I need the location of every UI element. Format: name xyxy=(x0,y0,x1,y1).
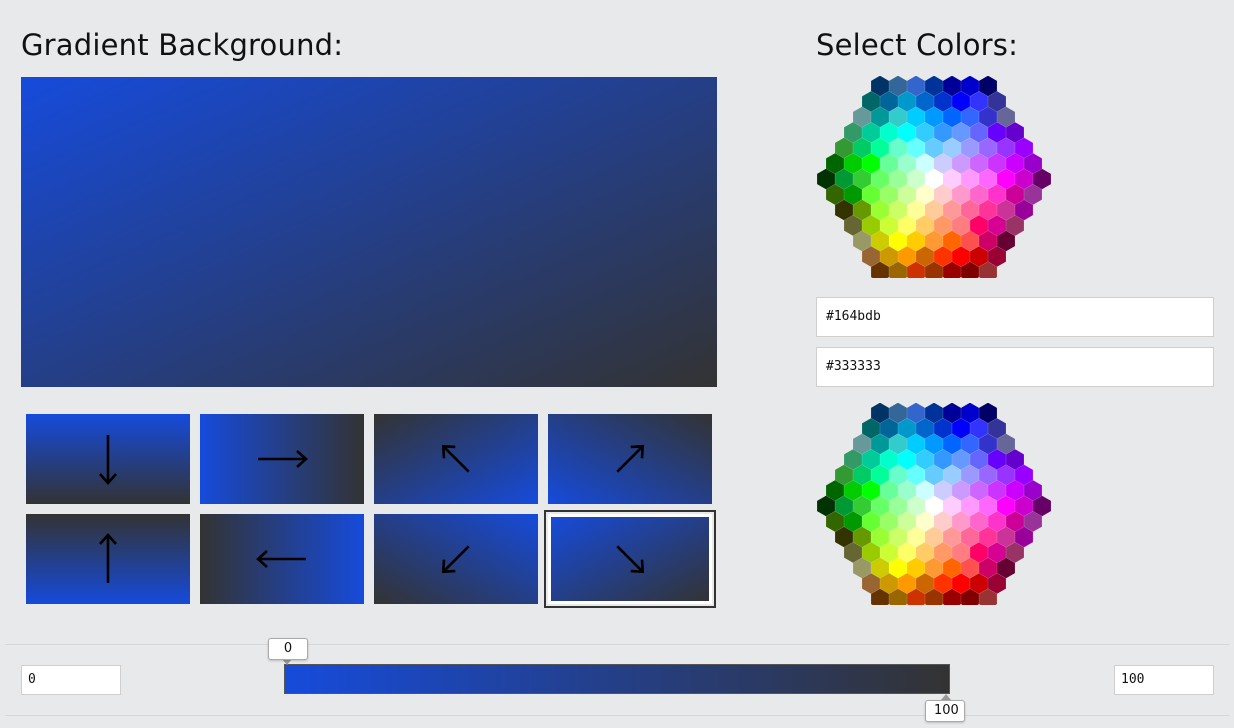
color-2-hex-input[interactable]: #333333 xyxy=(816,347,1214,387)
arrow-icon xyxy=(258,450,308,468)
start-stop-handle[interactable]: 0 xyxy=(268,638,308,660)
direction-to-bottom-left-button[interactable] xyxy=(374,514,538,604)
direction-to-top-left-button[interactable] xyxy=(374,414,538,504)
direction-to-top-button[interactable] xyxy=(26,514,190,604)
direction-to-bottom-button[interactable] xyxy=(26,414,190,504)
gradient-background-heading: Gradient Background: xyxy=(21,28,344,62)
end-stop-handle[interactable]: 100 xyxy=(925,700,965,722)
gradient-stops-slider[interactable] xyxy=(284,664,950,694)
direction-to-bottom-right-button[interactable] xyxy=(544,510,716,608)
color-1-hex-input[interactable]: #164bdb xyxy=(816,297,1214,337)
stop-start-input[interactable]: 0 xyxy=(21,665,121,695)
arrow-icon xyxy=(616,444,645,473)
arrow-icon xyxy=(441,545,470,574)
color-picker-2-hexagon[interactable] xyxy=(816,403,1052,605)
direction-to-right-button[interactable] xyxy=(200,414,364,504)
color-picker-1-hexagon[interactable] xyxy=(816,76,1052,278)
select-colors-heading: Select Colors: xyxy=(816,28,1019,62)
arrow-icon xyxy=(256,550,306,568)
stop-end-input[interactable]: 100 xyxy=(1114,665,1214,695)
direction-to-left-button[interactable] xyxy=(200,514,364,604)
divider xyxy=(5,644,1229,645)
direction-to-top-right-button[interactable] xyxy=(548,414,712,504)
gradient-preview xyxy=(21,77,717,387)
arrow-icon xyxy=(441,444,470,473)
arrow-icon xyxy=(99,435,117,485)
arrow-icon xyxy=(99,533,117,583)
arrow-icon xyxy=(616,545,645,574)
direction-grid xyxy=(21,409,717,609)
divider xyxy=(5,715,1229,716)
